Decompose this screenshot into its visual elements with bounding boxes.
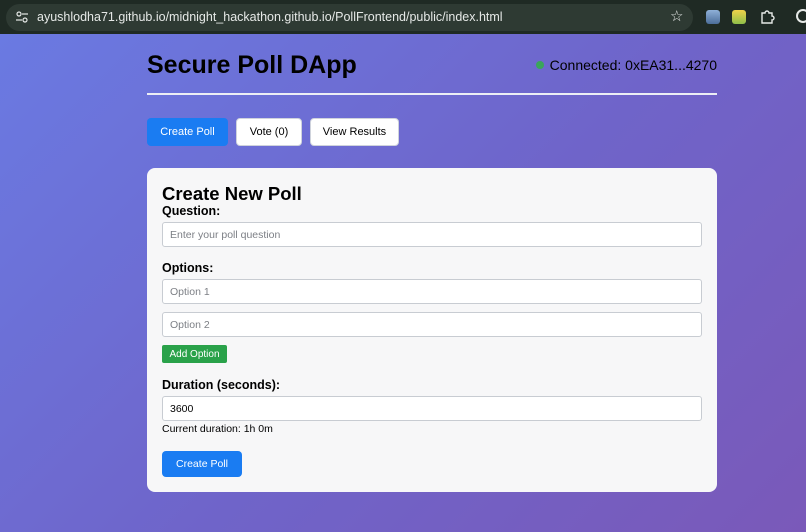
connection-status: Connected: 0xEA31...4270 (535, 57, 717, 73)
nav-view-results-button[interactable]: View Results (310, 118, 399, 146)
card-title: Create New Poll (162, 183, 302, 204)
option-input-1[interactable]: Option 1 (162, 279, 702, 304)
address-bar[interactable]: ayushlodha71.github.io/midnight_hackatho… (6, 4, 693, 31)
current-duration-text: Current duration: 1h 0m (162, 423, 273, 435)
option-input-2[interactable]: Option 2 (162, 312, 702, 337)
question-input[interactable]: Enter your poll question (162, 222, 702, 247)
header-divider (147, 93, 717, 95)
bookmark-star-icon[interactable]: ☆ (670, 9, 683, 25)
nav-create-poll-button[interactable]: Create Poll (147, 118, 228, 146)
add-option-button[interactable]: Add Option (162, 345, 227, 363)
create-poll-submit-button[interactable]: Create Poll (162, 451, 242, 477)
duration-label: Duration (seconds): (162, 378, 281, 392)
site-settings-icon[interactable] (16, 11, 28, 23)
connection-status-text: Connected: 0xEA31...4270 (549, 57, 717, 73)
options-label: Options: (162, 261, 214, 275)
profile-icon[interactable] (796, 9, 806, 23)
create-poll-card: Create New Poll Question: Enter your pol… (147, 168, 717, 492)
nav-vote-button[interactable]: Vote (0) (236, 118, 302, 146)
app-title: Secure Poll DApp (147, 51, 357, 79)
status-dot-icon (535, 61, 544, 69)
url-text[interactable]: ayushlodha71.github.io/midnight_hackatho… (37, 10, 503, 24)
extension-icon[interactable] (732, 10, 746, 24)
question-label: Question: (162, 204, 221, 218)
extension-icon[interactable] (706, 10, 720, 24)
browser-toolbar: ayushlodha71.github.io/midnight_hackatho… (0, 0, 806, 34)
duration-input[interactable]: 3600 (162, 396, 702, 421)
extensions-puzzle-icon[interactable] (759, 8, 775, 24)
